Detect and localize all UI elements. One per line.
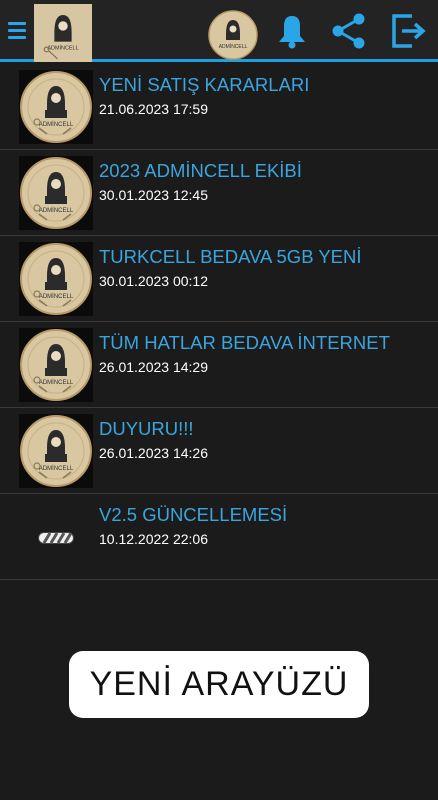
post-title: YENİ SATIŞ KARARLARI xyxy=(99,74,310,95)
svg-text:ADMİNCELL: ADMİNCELL xyxy=(47,44,78,51)
post-title: V2.5 GÜNCELLEMESİ xyxy=(99,504,288,525)
svg-text:ADMİNCELL: ADMİNCELL xyxy=(219,43,248,50)
post-date: 30.01.2023 12:45 xyxy=(99,187,208,203)
menu-icon[interactable] xyxy=(8,22,26,44)
post-date: 30.01.2023 00:12 xyxy=(99,273,208,289)
list-item[interactable]: 2023 ADMİNCELL EKİBİ 30.01.2023 12:45 xyxy=(0,150,438,236)
profile-avatar[interactable]: ADMİNCELL xyxy=(208,10,258,60)
post-date: 26.01.2023 14:29 xyxy=(99,359,208,375)
post-title: TÜM HATLAR BEDAVA İNTERNET xyxy=(99,332,390,353)
list-item[interactable]: V2.5 GÜNCELLEMESİ 10.12.2022 22:06 xyxy=(0,494,438,580)
post-list: YENİ SATIŞ KARARLARI 21.06.2023 17:59 20… xyxy=(0,64,438,580)
bell-icon[interactable] xyxy=(273,12,311,50)
post-title: TURKCELL BEDAVA 5GB YENİ xyxy=(99,246,362,267)
post-date: 26.01.2023 14:26 xyxy=(99,445,208,461)
post-thumbnail xyxy=(19,328,93,402)
logout-icon[interactable] xyxy=(390,12,428,50)
post-date: 21.06.2023 17:59 xyxy=(99,101,208,117)
post-thumbnail xyxy=(19,242,93,316)
post-thumbnail xyxy=(19,156,93,230)
new-interface-button[interactable]: YENİ ARAYÜZÜ xyxy=(69,651,369,718)
list-item[interactable]: TURKCELL BEDAVA 5GB YENİ 30.01.2023 00:1… xyxy=(0,236,438,322)
post-title: 2023 ADMİNCELL EKİBİ xyxy=(99,160,302,181)
loading-placeholder-icon xyxy=(38,532,74,544)
post-date: 10.12.2022 22:06 xyxy=(99,531,208,547)
list-item[interactable]: DUYURU!!! 26.01.2023 14:26 xyxy=(0,408,438,494)
list-item[interactable]: YENİ SATIŞ KARARLARI 21.06.2023 17:59 xyxy=(0,64,438,150)
list-item[interactable]: TÜM HATLAR BEDAVA İNTERNET 26.01.2023 14… xyxy=(0,322,438,408)
top-app-bar: ADMİNCELL ADMİNCELL xyxy=(0,0,438,62)
post-title: DUYURU!!! xyxy=(99,418,194,439)
app-logo[interactable]: ADMİNCELL xyxy=(34,4,92,62)
share-icon[interactable] xyxy=(330,12,368,50)
post-thumbnail xyxy=(19,70,93,144)
post-thumbnail xyxy=(19,414,93,488)
